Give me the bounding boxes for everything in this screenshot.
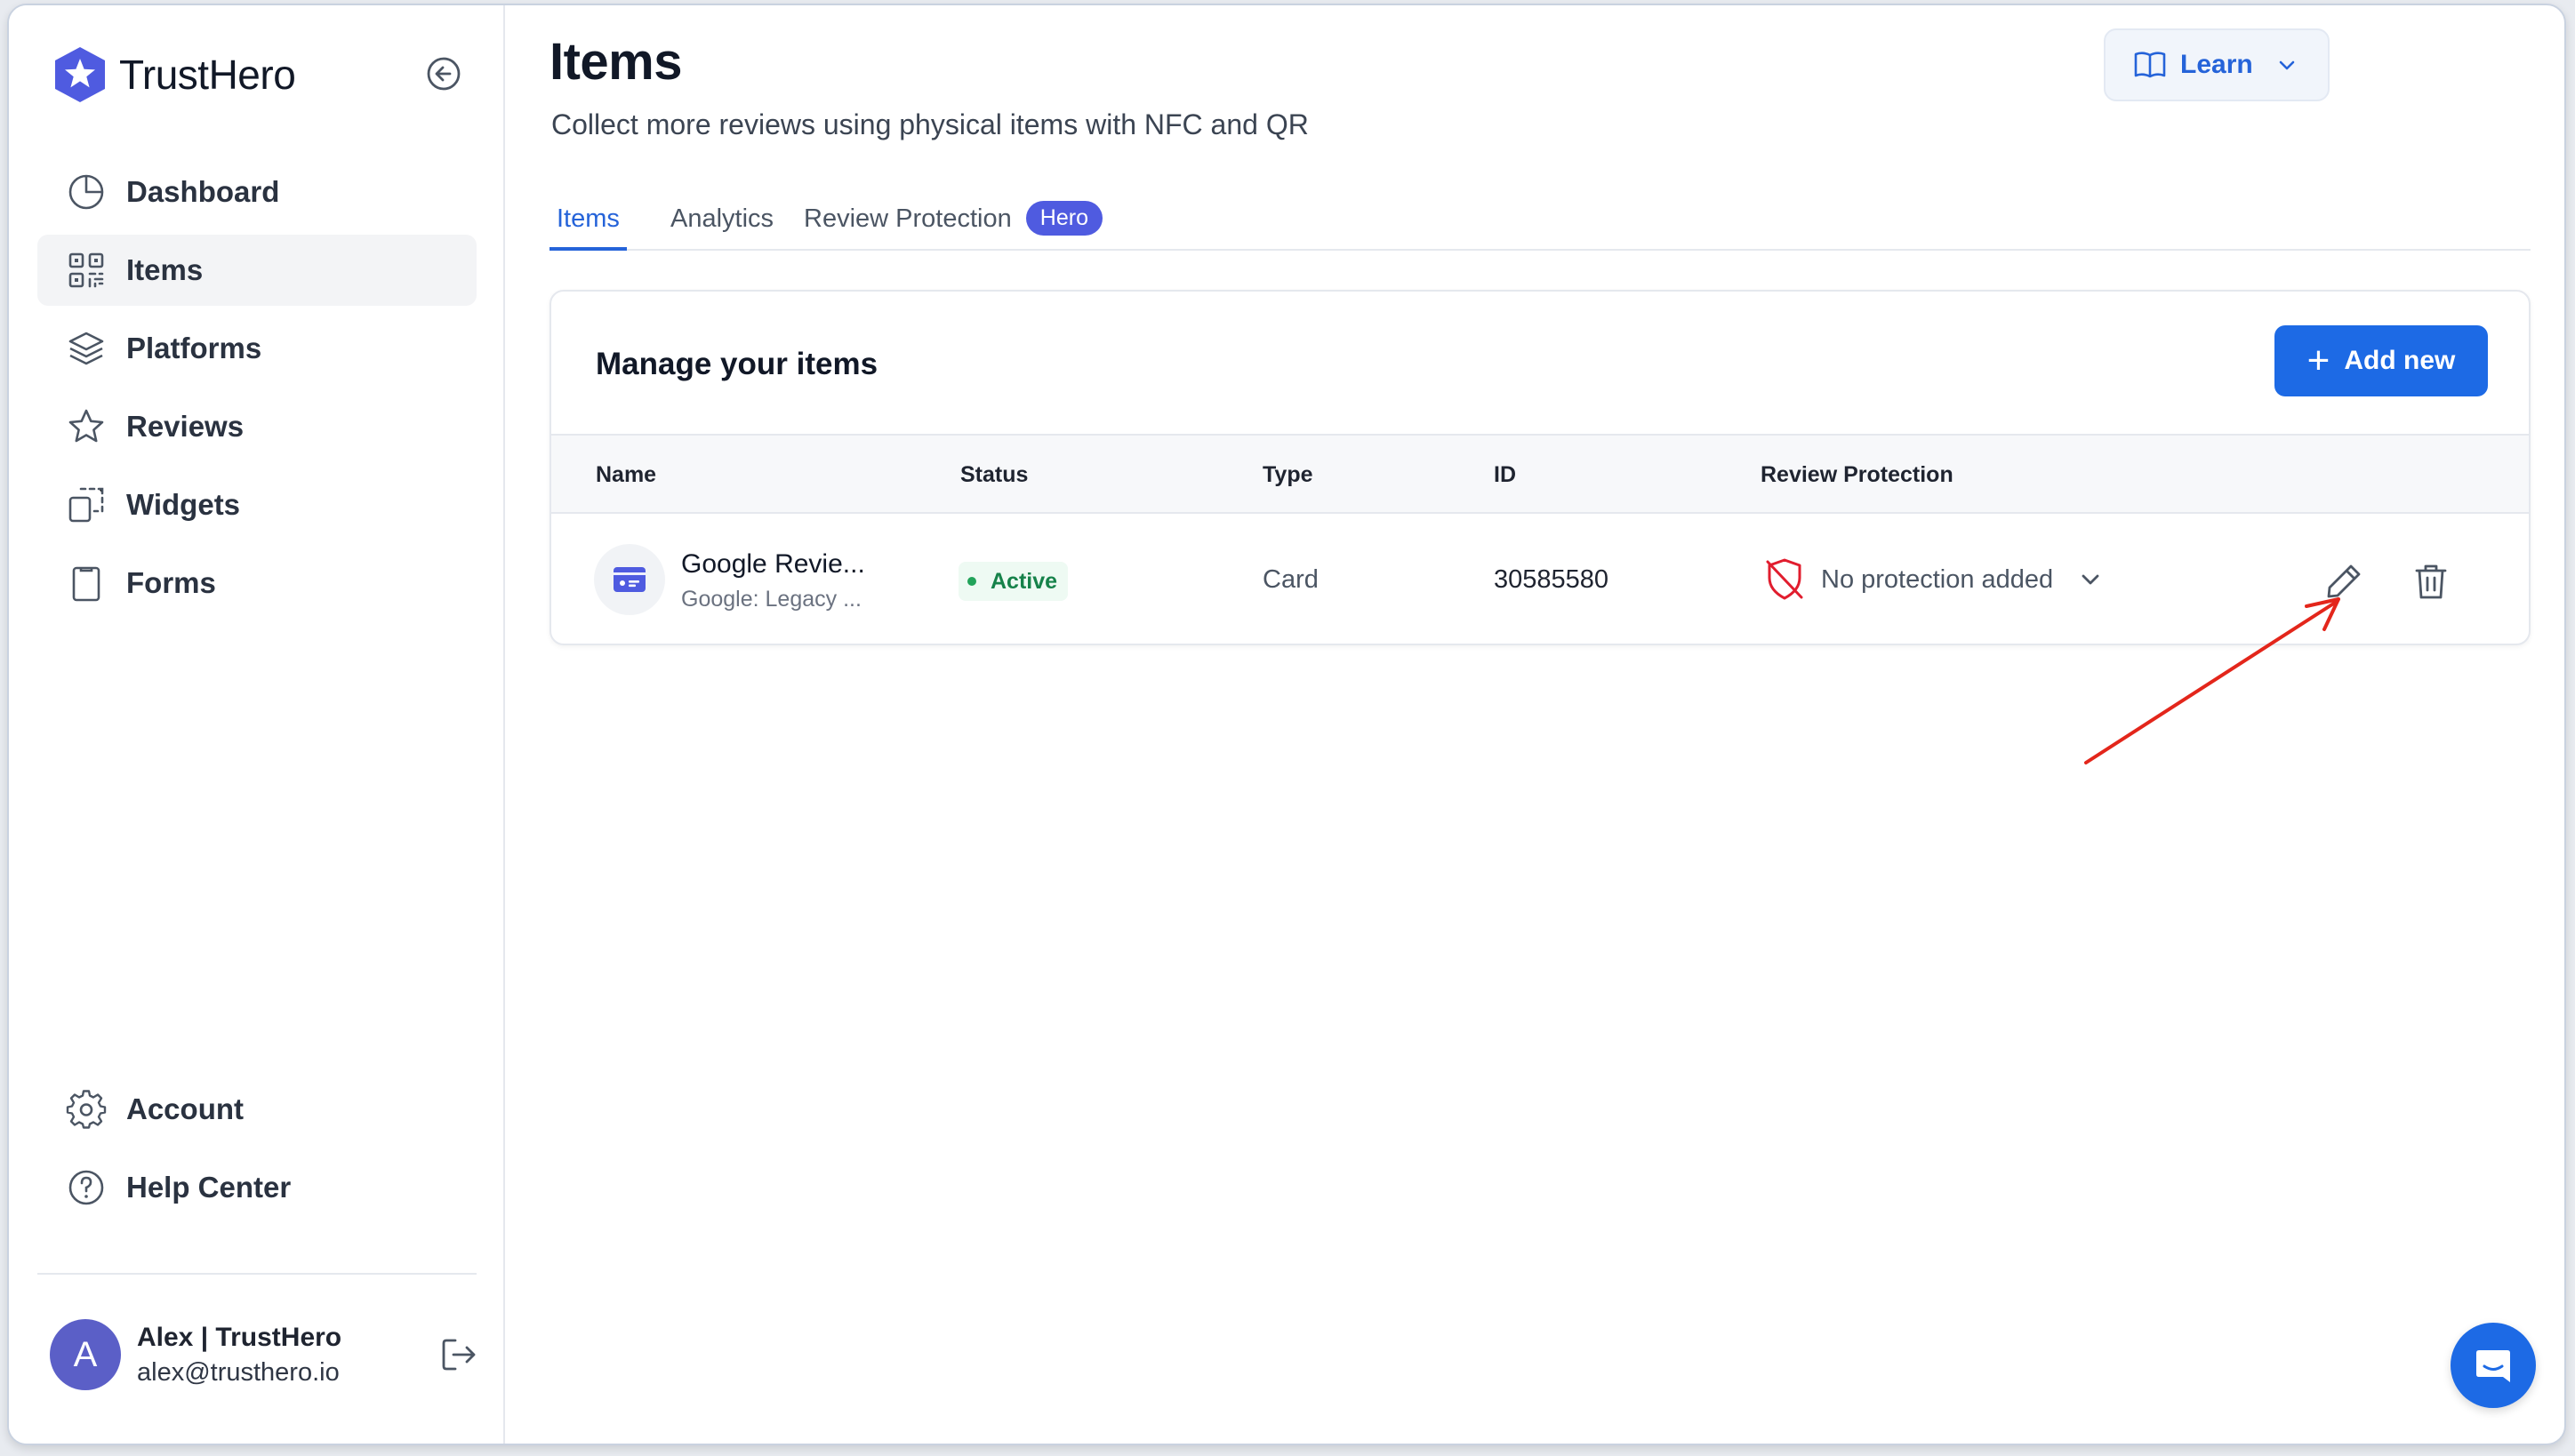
sidebar-item-label: Reviews: [126, 410, 245, 443]
protection-status: No protection added: [1821, 564, 2054, 594]
sidebar-item-widgets[interactable]: Widgets: [37, 469, 477, 540]
chevron-down-icon: [2082, 574, 2099, 585]
sidebar-item-items[interactable]: Items: [37, 235, 477, 306]
sidebar: TrustHero Dashboard Items Platforms Revi…: [9, 5, 505, 1444]
sidebar-item-platforms[interactable]: Platforms: [37, 313, 477, 384]
items-card: Manage your items + Add new Name Status …: [549, 290, 2531, 645]
item-type: Card: [1263, 565, 1319, 594]
status-dot: [967, 577, 976, 586]
chat-launcher-button[interactable]: [2451, 1323, 2536, 1408]
logout-icon[interactable]: [437, 1333, 480, 1376]
tab-label: Items: [557, 204, 620, 233]
column-header-name: Name: [596, 462, 657, 487]
main-content: Items Collect more reviews using physica…: [505, 5, 2564, 1444]
sidebar-item-label: Platforms: [126, 332, 262, 364]
tab-label: Analytics: [670, 204, 774, 233]
sidebar-item-account[interactable]: Account: [37, 1074, 477, 1145]
brand[interactable]: TrustHero: [50, 44, 296, 105]
learn-button[interactable]: Learn: [2104, 28, 2330, 101]
tab-analytics[interactable]: Analytics: [670, 204, 774, 251]
page-title: Items: [549, 33, 683, 91]
item-description: Google: Legacy ...: [681, 587, 862, 612]
column-header-type: Type: [1263, 462, 1313, 487]
table-row[interactable]: Google Revie... Google: Legacy ... Activ…: [551, 516, 2529, 644]
book-icon: [2134, 52, 2166, 78]
help-icon: [68, 1170, 104, 1205]
add-new-label: Add new: [2344, 346, 2456, 375]
review-protection-dropdown[interactable]: No protection added: [1764, 556, 2105, 603]
hero-badge: Hero: [1025, 201, 1103, 236]
user-email: alex@trusthero.io: [137, 1357, 340, 1387]
item-id: 30585580: [1494, 565, 1609, 594]
item-avatar: [594, 544, 665, 615]
sidebar-item-label: Help Center: [126, 1171, 292, 1204]
status-label: Active: [991, 568, 1058, 594]
star-icon: [68, 409, 104, 443]
qr-code-icon: [68, 252, 104, 288]
plus-icon: +: [2306, 339, 2330, 382]
sidebar-item-label: Widgets: [126, 488, 241, 521]
logo-icon: [55, 47, 105, 102]
card-icon: [614, 567, 646, 592]
brand-name: TrustHero: [119, 52, 296, 98]
sidebar-item-label: Account: [126, 1092, 244, 1125]
user-name: Alex | TrustHero: [137, 1322, 342, 1352]
learn-label: Learn: [2180, 50, 2253, 79]
tab-items[interactable]: Items: [549, 204, 627, 251]
chevron-down-icon: [2279, 60, 2295, 70]
status-badge: Active: [959, 562, 1069, 601]
sidebar-item-dashboard[interactable]: Dashboard: [37, 156, 477, 228]
trash-icon[interactable]: [2410, 560, 2452, 603]
page-subtitle: Collect more reviews using physical item…: [551, 108, 1309, 140]
sidebar-divider: [37, 1273, 477, 1275]
add-new-button[interactable]: + Add new: [2274, 325, 2488, 396]
sidebar-nav: Dashboard Items Platforms Reviews Widget…: [37, 156, 477, 626]
user-profile: A Alex | TrustHero alex@trusthero.io: [50, 1317, 477, 1392]
sidebar-item-label: Items: [126, 253, 204, 286]
widgets-icon: [68, 487, 104, 523]
sidebar-item-reviews[interactable]: Reviews: [37, 391, 477, 462]
collapse-sidebar-icon[interactable]: [423, 53, 464, 94]
column-header-status: Status: [960, 462, 1029, 487]
shield-off-icon: [1766, 558, 1803, 600]
pencil-icon[interactable]: [2322, 560, 2365, 603]
layers-icon: [68, 332, 104, 365]
sidebar-item-forms[interactable]: Forms: [37, 548, 477, 619]
sidebar-item-help-center[interactable]: Help Center: [37, 1152, 477, 1223]
item-name[interactable]: Google Revie...: [681, 549, 865, 580]
app-window: TrustHero Dashboard Items Platforms Revi…: [7, 4, 2566, 1445]
table-header: Name Status Type ID Review Protection: [551, 434, 2529, 514]
gear-icon: [66, 1090, 107, 1129]
clipboard-icon: [72, 566, 100, 602]
pie-chart-icon: [68, 174, 104, 210]
card-title: Manage your items: [596, 347, 878, 381]
column-header-review-protection: Review Protection: [1761, 462, 1953, 487]
avatar[interactable]: A: [50, 1319, 121, 1390]
tab-bar: Items Analytics Review Protection Hero: [549, 188, 2531, 251]
column-header-id: ID: [1494, 462, 1516, 487]
sidebar-item-label: Dashboard: [126, 175, 280, 208]
tab-review-protection[interactable]: Review Protection Hero: [804, 201, 1103, 247]
chat-icon: [2476, 1350, 2510, 1382]
sidebar-item-label: Forms: [126, 566, 216, 599]
sidebar-bottom-nav: Account Help Center: [37, 1074, 477, 1230]
tab-label: Review Protection: [804, 204, 1012, 233]
